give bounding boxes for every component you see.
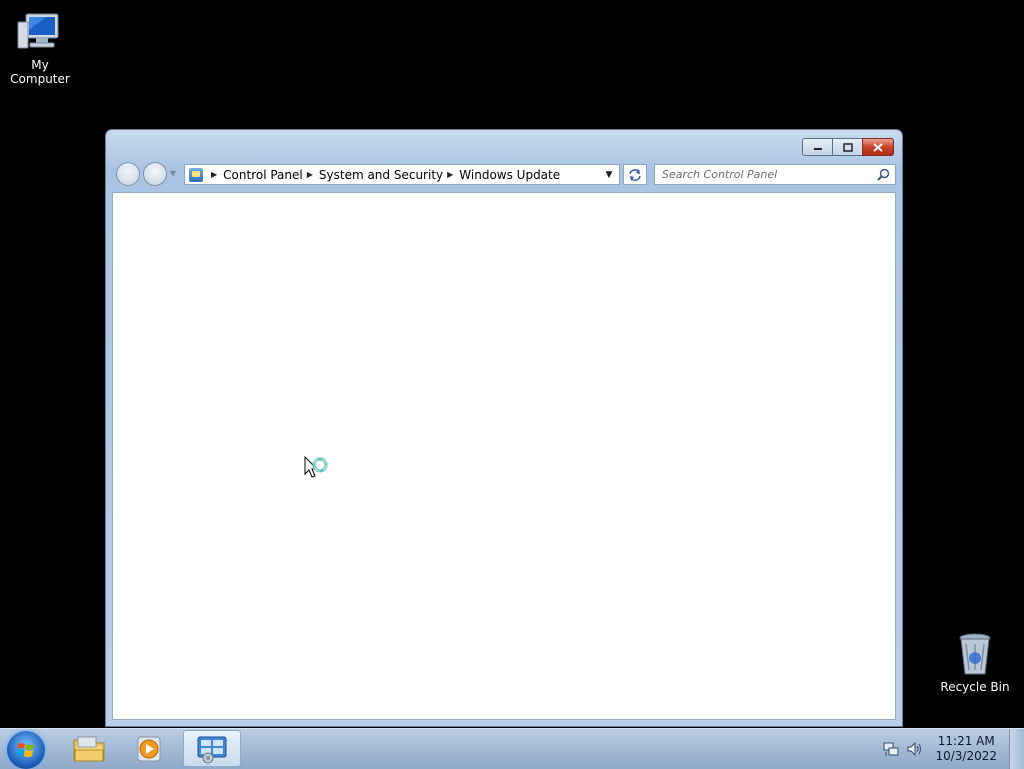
taskbar-control-panel-button[interactable] <box>183 730 241 767</box>
address-dropdown-icon[interactable]: ▼ <box>599 170 619 180</box>
close-button[interactable] <box>862 138 894 156</box>
maximize-icon <box>842 142 853 152</box>
window-content-area <box>112 192 896 720</box>
minimize-icon <box>813 148 822 150</box>
computer-icon <box>16 8 64 56</box>
address-bar[interactable]: ▶ Control Panel ▶ System and Security ▶ … <box>184 164 620 185</box>
control-panel-icon <box>197 736 227 763</box>
forward-button[interactable] <box>143 162 167 186</box>
navigation-bar: ▼ ▶ Control Panel ▶ System and Security … <box>114 162 896 186</box>
system-tray: 11:21 AM 10/3/2022 <box>879 729 1024 769</box>
desktop-icon-my-computer[interactable]: My Computer <box>0 8 80 86</box>
taskbar-media-player-button[interactable] <box>120 730 178 767</box>
refresh-icon <box>629 168 641 181</box>
taskbar: 11:21 AM 10/3/2022 <box>0 728 1024 769</box>
chevron-right-icon[interactable]: ▶ <box>447 170 453 179</box>
busy-cursor-icon <box>304 456 328 478</box>
taskbar-explorer-button[interactable] <box>60 730 118 767</box>
chevron-right-icon[interactable]: ▶ <box>211 170 217 179</box>
control-panel-window: ▼ ▶ Control Panel ▶ System and Security … <box>105 129 903 727</box>
breadcrumb-system-and-security[interactable]: System and Security <box>319 168 443 182</box>
desktop: My Computer Recycle Bin ▼ ▶ Control Pane… <box>0 0 1024 728</box>
search-box <box>654 164 896 185</box>
refresh-button[interactable] <box>623 164 647 185</box>
search-input[interactable] <box>662 168 862 181</box>
file-explorer-icon <box>73 736 105 761</box>
show-desktop-button[interactable] <box>1009 729 1024 769</box>
desktop-icon-label: My Computer <box>10 58 70 86</box>
back-button[interactable] <box>116 162 140 186</box>
recent-pages-dropdown[interactable]: ▼ <box>170 169 176 178</box>
media-player-icon <box>137 736 161 761</box>
desktop-icon-label: Recycle Bin <box>940 680 1010 694</box>
control-panel-icon <box>189 167 203 182</box>
clock-date: 10/3/2022 <box>935 749 997 763</box>
caption-buttons <box>802 138 894 156</box>
chevron-right-icon[interactable]: ▶ <box>307 170 313 179</box>
close-icon <box>873 142 883 152</box>
breadcrumb-control-panel[interactable]: Control Panel <box>223 168 303 182</box>
desktop-icon-recycle-bin[interactable]: Recycle Bin <box>935 630 1015 694</box>
search-icon[interactable] <box>877 168 890 181</box>
clock[interactable]: 11:21 AM 10/3/2022 <box>935 734 997 764</box>
recycle-bin-icon <box>951 630 999 678</box>
breadcrumb-windows-update[interactable]: Windows Update <box>459 168 560 182</box>
maximize-button[interactable] <box>832 138 862 156</box>
network-icon[interactable] <box>883 741 899 757</box>
start-button[interactable] <box>7 731 45 769</box>
clock-time: 11:21 AM <box>937 734 995 748</box>
start-orb-icon <box>17 743 34 757</box>
minimize-button[interactable] <box>802 138 832 156</box>
volume-icon[interactable] <box>907 741 923 757</box>
